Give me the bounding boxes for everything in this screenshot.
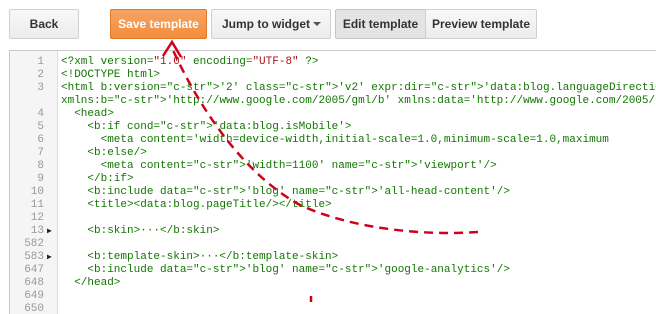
- line-number: 10: [30, 186, 44, 198]
- fold-toggle-icon[interactable]: ▶: [47, 225, 52, 238]
- jump-to-widget-label: Jump to widget: [222, 17, 310, 31]
- code-text: <b:if cond="c-str">'data:blog.isMobile'>: [61, 121, 352, 133]
- line-number: 11: [30, 199, 44, 211]
- code-text: <b:else/>: [61, 147, 147, 159]
- code-text: <head>: [61, 108, 114, 120]
- line-number: 13: [30, 225, 44, 237]
- code-text: xmlns:b="c-str">'http://www.google.com/2…: [61, 95, 656, 107]
- code-line: 6 <meta content='width=device-width,init…: [10, 134, 656, 147]
- line-number: 647: [24, 264, 44, 276]
- code-line: 12: [10, 212, 656, 225]
- code-text: <?xml version="1.0" encoding="UTF-8" ?>: [61, 56, 319, 68]
- code-line: xmlns:b="c-str">'http://www.google.com/2…: [10, 95, 656, 108]
- code-text: <!DOCTYPE html>: [61, 69, 161, 81]
- code-line: 9 </b:if>: [10, 173, 656, 186]
- line-number: 7: [37, 147, 44, 159]
- line-number: 2: [37, 69, 44, 81]
- jump-to-widget-dropdown[interactable]: Jump to widget: [211, 9, 331, 39]
- line-number: 8: [37, 160, 44, 172]
- code-line: 7 <b:else/>: [10, 147, 656, 160]
- line-number: 583: [24, 251, 44, 263]
- code-text: <title><data:blog.pageTitle/></title>: [61, 199, 332, 211]
- code-line: 2 <!DOCTYPE html>: [10, 69, 656, 82]
- code-text: <b:template-skin>···</b:template-skin>: [61, 251, 339, 263]
- code-line: 583 ▶ <b:template-skin>···</b:template-sk…: [10, 251, 656, 264]
- code-line: 650: [10, 303, 656, 314]
- line-number: 648: [24, 277, 44, 289]
- code-line: 4 <head>: [10, 108, 656, 121]
- code-line: 10 <b:include data="c-str">'blog' name="…: [10, 186, 656, 199]
- code-line: 5 <b:if cond="c-str">'data:blog.isMobile…: [10, 121, 656, 134]
- save-template-button[interactable]: Save template: [110, 9, 207, 39]
- line-number: 9: [37, 173, 44, 185]
- line-number: 582: [24, 238, 44, 250]
- code-line: 3 <html b:version="c-str">'2' class="c-st…: [10, 82, 656, 95]
- code-line: 11 <title><data:blog.pageTitle/></title>: [10, 199, 656, 212]
- back-button[interactable]: Back: [9, 9, 79, 39]
- line-number: 6: [37, 134, 44, 146]
- code-line: 8 <meta content="c-str">'width=1100' nam…: [10, 160, 656, 173]
- code-text: <b:include data="c-str">'blog' name="c-s…: [61, 186, 510, 198]
- fold-toggle-icon[interactable]: ▶: [47, 251, 52, 264]
- code-line: 648 </head>: [10, 277, 656, 290]
- code-line: 649: [10, 290, 656, 303]
- chevron-down-icon: [313, 22, 321, 26]
- edit-template-button[interactable]: Edit template: [335, 9, 426, 39]
- toolbar: Back Save template Jump to widget Edit t…: [0, 0, 656, 46]
- code-text: <meta content='width=device-width,initia…: [61, 134, 609, 146]
- line-number: 4: [37, 108, 44, 120]
- preview-template-button[interactable]: Preview template: [425, 9, 537, 39]
- line-number: 5: [37, 121, 44, 133]
- code-text: <b:skin>···</b:skin>: [61, 225, 220, 237]
- code-line: 582: [10, 238, 656, 251]
- line-number: 12: [30, 212, 44, 224]
- line-number: 3: [37, 82, 44, 94]
- code-text: </b:if>: [61, 173, 134, 185]
- code-editor[interactable]: 1 <?xml version="1.0" encoding="UTF-8" ?>…: [9, 50, 656, 314]
- code-text: <html b:version="c-str">'2' class="c-str…: [61, 82, 656, 94]
- code-line: 1 <?xml version="1.0" encoding="UTF-8" ?>: [10, 56, 656, 69]
- line-number: 649: [24, 290, 44, 302]
- line-number: 650: [24, 303, 44, 314]
- code-text: <b:include data="c-str">'blog' name="c-s…: [61, 264, 510, 276]
- code-line: 647 <b:include data="c-str">'blog' name=…: [10, 264, 656, 277]
- code-text: <meta content="c-str">'width=1100' name=…: [61, 160, 497, 172]
- line-number: 1: [37, 56, 44, 68]
- code-text: </head>: [61, 277, 121, 289]
- code-line: 13 ▶ <b:skin>···</b:skin>: [10, 225, 656, 238]
